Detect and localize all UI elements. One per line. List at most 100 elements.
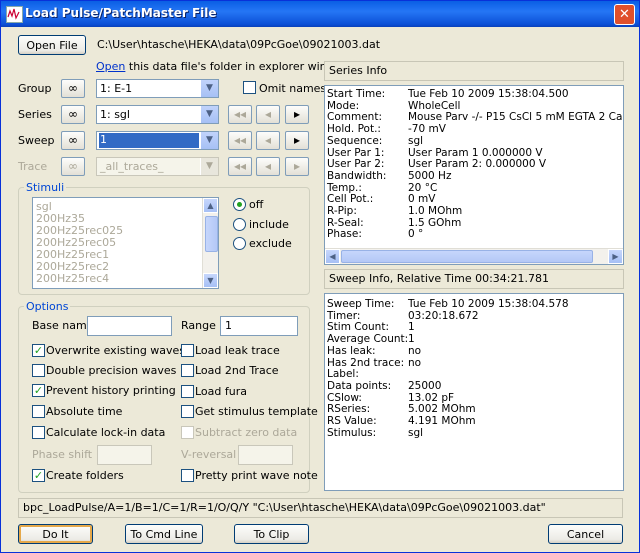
sweep-info-panel: Sweep Time: Tue Feb 10 2009 15:38:04.578 … (324, 293, 624, 491)
scroll-thumb[interactable] (341, 250, 593, 263)
info-value: -70 mV (408, 123, 446, 136)
info-key: Start Time: (327, 88, 386, 100)
base-name-label: Base name (32, 319, 94, 332)
v-reversal-input[interactable] (238, 445, 293, 465)
sweep-label: Sweep (18, 134, 55, 147)
sweep-infinity-button[interactable]: ∞ (61, 131, 85, 150)
stimulus-template-checkbox[interactable] (181, 405, 194, 418)
stimuli-exclude-label: exclude (249, 237, 292, 250)
load-2nd-trace-checkbox[interactable] (181, 364, 194, 377)
cancel-button[interactable]: Cancel (548, 524, 623, 544)
info-value: 1.0 MOhm (408, 205, 463, 217)
list-item[interactable]: 200Hz25rec4 (36, 272, 109, 285)
overwrite-waves-label: Overwrite existing waves (46, 344, 186, 357)
load-fura-checkbox[interactable] (181, 385, 194, 398)
info-value: no (408, 344, 422, 357)
chevron-down-icon[interactable]: ▼ (200, 132, 218, 149)
prevent-history-checkbox[interactable]: ✓ (32, 384, 45, 397)
title-bar[interactable]: Load Pulse/PatchMaster File ✕ (1, 1, 639, 27)
scroll-down-icon[interactable]: ▼ (203, 273, 218, 288)
load-leak-checkbox[interactable] (181, 344, 194, 357)
info-key: Stimulus: (327, 426, 377, 439)
range-input-value: 1 (225, 319, 232, 332)
series-first-button[interactable]: ◂◂ (228, 105, 252, 124)
series-prev-button[interactable]: ◂ (256, 105, 280, 124)
info-key: Average Count: (327, 333, 409, 346)
series-select[interactable]: 1: sgl ▼ (96, 105, 219, 124)
info-value: no (408, 356, 422, 369)
open-folder-text: this data file's folder in explorer wind… (128, 60, 350, 73)
trace-select[interactable]: _all_traces_ ▼ (96, 157, 219, 176)
phase-shift-input[interactable] (97, 445, 152, 465)
series-info-header: Series Info (324, 61, 624, 81)
stimuli-include-radio[interactable] (233, 218, 246, 231)
group-label: Group (18, 82, 52, 95)
sweep-prev-button[interactable]: ◂ (256, 131, 280, 150)
sweep-first-button[interactable]: ◂◂ (228, 131, 252, 150)
do-it-button[interactable]: Do It (18, 524, 93, 544)
trace-select-value: _all_traces_ (100, 160, 164, 173)
lock-in-checkbox[interactable] (32, 426, 45, 439)
create-folders-checkbox[interactable]: ✓ (32, 469, 45, 482)
lock-in-label: Calculate lock-in data (46, 426, 166, 439)
omit-names-checkbox[interactable] (243, 81, 256, 94)
group-select[interactable]: 1: E-1 ▼ (96, 79, 219, 98)
info-key: Hold. Pot.: (327, 123, 381, 136)
trace-label: Trace (18, 160, 48, 173)
chevron-down-icon[interactable]: ▼ (200, 158, 218, 175)
chevron-down-icon[interactable]: ▼ (200, 80, 218, 97)
info-value: Tue Feb 10 2009 15:38:04.500 (408, 88, 569, 100)
info-value: sgl (408, 134, 424, 147)
sweep-next-button[interactable]: ▸ (285, 131, 309, 150)
to-clip-button[interactable]: To Clip (234, 524, 309, 544)
sweep-select[interactable]: 1 ▼ (96, 131, 219, 150)
phase-shift-label: Phase shift (32, 448, 93, 461)
stimuli-exclude-radio[interactable] (233, 237, 246, 250)
trace-first-button[interactable]: ◂◂ (228, 157, 252, 176)
open-file-button[interactable]: Open File (18, 35, 86, 55)
info-key: RS Value: (327, 415, 377, 427)
absolute-time-checkbox[interactable] (32, 405, 45, 418)
open-folder-link[interactable]: Open (96, 60, 125, 73)
scroll-right-icon[interactable]: ▶ (608, 249, 623, 264)
sweep-info-header: Sweep Info, Relative Time 00:34:21.781 (324, 269, 624, 289)
trace-prev-button[interactable]: ◂ (256, 157, 280, 176)
app-icon (6, 6, 23, 23)
stimuli-include-label: include (249, 218, 289, 231)
series-next-button[interactable]: ▸ (285, 105, 309, 124)
stimuli-listbox[interactable]: sgl 200Hz35 200Hz25rec025 200Hz25rec05 2… (32, 197, 219, 289)
trace-next-button[interactable]: ▸ (285, 157, 309, 176)
trace-infinity-button[interactable]: ∞ (61, 157, 85, 176)
info-key: Data points: (327, 379, 392, 392)
stimuli-scrollbar[interactable]: ▲ ▼ (202, 198, 218, 288)
info-key: Phase: (327, 228, 362, 241)
close-icon[interactable]: ✕ (614, 4, 635, 25)
absolute-time-label: Absolute time (46, 405, 123, 418)
overwrite-waves-checkbox[interactable]: ✓ (32, 344, 45, 357)
to-cmd-line-button[interactable]: To Cmd Line (125, 524, 203, 544)
series-label: Series (18, 108, 52, 121)
double-precision-checkbox[interactable] (32, 364, 45, 377)
scroll-left-icon[interactable]: ◀ (325, 249, 340, 264)
scroll-thumb[interactable] (205, 216, 218, 252)
series-info-hscrollbar[interactable]: ◀ ▶ (325, 248, 623, 264)
stimulus-template-label: Get stimulus template (195, 405, 318, 418)
create-folders-label: Create folders (46, 469, 124, 482)
group-infinity-button[interactable]: ∞ (61, 79, 85, 98)
info-value: 4.191 MOhm (408, 415, 476, 427)
stimuli-off-radio[interactable] (233, 198, 246, 211)
series-select-value: 1: sgl (100, 108, 130, 121)
chevron-down-icon[interactable]: ▼ (200, 106, 218, 123)
range-input[interactable]: 1 (220, 316, 298, 336)
prevent-history-label: Prevent history printing (46, 384, 176, 397)
info-key: Sweep Time: (327, 298, 395, 310)
info-key: User Par 2: (327, 158, 385, 171)
pretty-print-checkbox[interactable] (181, 469, 194, 482)
info-key: Has leak: (327, 344, 376, 357)
subtract-zero-checkbox[interactable] (181, 426, 194, 439)
base-name-input[interactable] (87, 316, 172, 336)
group-select-value: 1: E-1 (100, 82, 133, 95)
info-key: R-Pip: (327, 205, 357, 217)
series-infinity-button[interactable]: ∞ (61, 105, 85, 124)
scroll-up-icon[interactable]: ▲ (203, 198, 218, 213)
